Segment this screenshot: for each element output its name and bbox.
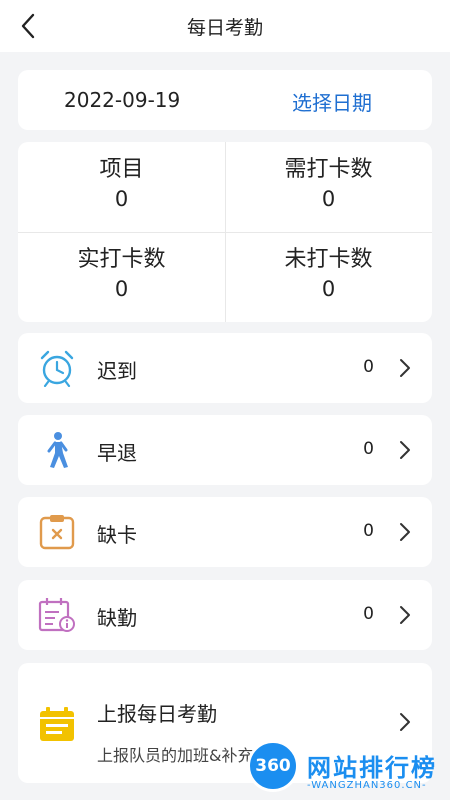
calendar-info-icon xyxy=(38,596,76,634)
chevron-right-icon xyxy=(400,441,410,459)
row-count: 0 xyxy=(363,521,374,541)
row-count: 0 xyxy=(363,439,374,459)
select-date-button[interactable]: 选择日期 xyxy=(292,87,372,116)
stat-label: 需打卡数 xyxy=(284,157,373,182)
watermark-domain: -WANGZHAN360.CN- xyxy=(307,780,427,791)
leave-early-row[interactable]: 早退 0 xyxy=(18,415,432,485)
chevron-right-icon xyxy=(400,606,410,624)
row-count: 0 xyxy=(363,604,374,624)
page-title: 每日考勤 xyxy=(186,16,263,39)
chevron-right-icon xyxy=(400,713,410,731)
date-selector-card: 2022-09-19 选择日期 xyxy=(18,70,432,130)
row-label: 缺勤 xyxy=(97,606,137,630)
clipboard-x-icon xyxy=(38,513,76,551)
chevron-right-icon xyxy=(400,523,410,541)
stat-label: 未打卡数 xyxy=(284,247,373,272)
watermark-title: 网站排行榜 xyxy=(307,754,437,782)
header-bar: 每日考勤 xyxy=(0,0,450,52)
stat-value: 0 xyxy=(114,277,129,301)
row-label: 早退 xyxy=(97,441,137,465)
alarm-clock-icon xyxy=(38,349,76,387)
calendar-report-icon xyxy=(40,707,74,741)
watermark-logo: 360 xyxy=(247,740,299,792)
stat-value: 0 xyxy=(114,187,129,211)
missing-punch-row[interactable]: 缺卡 0 xyxy=(18,497,432,567)
stat-value: 0 xyxy=(321,187,336,211)
walking-person-icon xyxy=(38,431,76,469)
stat-label: 项目 xyxy=(99,157,144,182)
stat-projects: 项目 0 xyxy=(18,142,225,232)
absence-row[interactable]: 缺勤 0 xyxy=(18,580,432,650)
row-label: 迟到 xyxy=(97,359,137,383)
chevron-right-icon xyxy=(400,359,410,377)
stat-required-checkins: 需打卡数 0 xyxy=(225,142,432,232)
back-button[interactable] xyxy=(10,6,46,46)
stats-divider-horizontal xyxy=(18,232,432,233)
row-count: 0 xyxy=(363,357,374,377)
stat-label: 实打卡数 xyxy=(77,247,166,272)
row-label: 缺卡 xyxy=(97,523,137,547)
stat-missed-checkins: 未打卡数 0 xyxy=(225,232,432,322)
report-title: 上报每日考勤 xyxy=(97,702,217,726)
late-row[interactable]: 迟到 0 xyxy=(18,333,432,403)
selected-date: 2022-09-19 xyxy=(64,88,181,112)
site-watermark: 360 网站排行榜 -WANGZHAN360.CN- xyxy=(245,738,450,800)
chevron-left-icon xyxy=(21,13,35,39)
stats-card: 项目 0 需打卡数 0 实打卡数 0 未打卡数 0 xyxy=(18,142,432,322)
stat-value: 0 xyxy=(321,277,336,301)
stat-actual-checkins: 实打卡数 0 xyxy=(18,232,225,322)
